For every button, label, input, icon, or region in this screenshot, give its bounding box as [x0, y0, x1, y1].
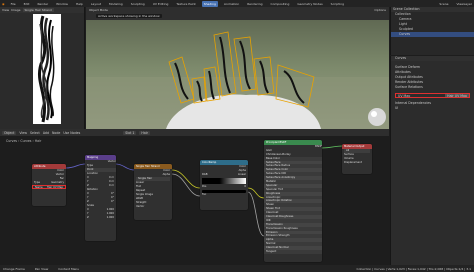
mapping-scale-z-label: Z: [87, 216, 89, 219]
outliner-item-curves[interactable]: Curves: [391, 32, 474, 37]
hair-strand-graphic: [38, 15, 55, 123]
image-texture-node[interactable]: Single Hair Strand Color Alpha Single Ha…: [134, 164, 172, 220]
principled-bsdf-node[interactable]: Principled BSDF BSDF GGX Christensen-Burle…: [264, 140, 322, 262]
scene-selector[interactable]: Scene: [437, 1, 450, 7]
color-ramp-pos-label: Pos: [202, 185, 207, 188]
menu-edit[interactable]: Edit: [22, 1, 32, 7]
color-ramp-pos-value: 0: [244, 185, 246, 188]
mapping-rot-z-value: 0°: [111, 200, 114, 203]
material-output-node[interactable]: Material Output All Surface Volume Displ…: [342, 144, 372, 174]
color-ramp-node[interactable]: ColorRamp Color Alpha RGB Linear Pos 0 Fa…: [200, 160, 248, 210]
mapping-scale-z[interactable]: Z 1.000: [85, 216, 116, 220]
attribute-type-label: Type: [34, 181, 40, 184]
image-name-field[interactable]: Single Hair Strand: [22, 8, 54, 12]
image-menu-view[interactable]: View: [2, 8, 9, 12]
uv-map-label: UV Map: [398, 94, 411, 98]
node-menu-select[interactable]: Select: [30, 131, 40, 135]
view-layer-selector[interactable]: ViewLayer: [455, 1, 474, 7]
tab-uv-editing[interactable]: UV Editing: [151, 1, 171, 7]
top-menu-bar: ◉ File Edit Render Window Help Layout Mo…: [0, 0, 474, 7]
tab-texture-paint[interactable]: Texture Paint: [174, 1, 197, 7]
properties-editor: Curves Surface Deform Attributes Output …: [390, 56, 474, 272]
material-selector[interactable]: Hair: [139, 130, 150, 135]
menu-help[interactable]: Help: [74, 1, 85, 7]
status-stats: Collection | Curves | Verts:1,023 | Face…: [356, 266, 471, 271]
color-ramp-mode[interactable]: RGB: [202, 173, 208, 177]
principled-rows: BSDF GGX Christensen-Burley Base Color Subsu…: [264, 145, 322, 254]
image-texture-in-vector: Vector: [136, 205, 145, 208]
properties-row-surface[interactable]: Surface Relations: [391, 85, 474, 90]
attribute-name-label: Name: [35, 186, 43, 189]
color-ramp-pos[interactable]: Pos 0: [200, 185, 248, 189]
viewport-mode[interactable]: Object Mode: [89, 8, 108, 12]
slot-selector[interactable]: Slot 1: [123, 130, 137, 135]
menu-file[interactable]: File: [9, 1, 18, 7]
node-menu-view[interactable]: View: [19, 131, 27, 135]
tab-sculpting[interactable]: Sculpting: [129, 1, 147, 7]
attribute-name-field[interactable]: Name Hair UV Map: [32, 185, 66, 189]
principled-row[interactable]: Tangent: [264, 250, 322, 254]
tab-animation[interactable]: Animation: [222, 1, 241, 7]
node-menu-object[interactable]: Object: [2, 130, 17, 135]
material-output-displacement: Displacement: [344, 161, 362, 164]
color-ramp-in-fac: Fac: [202, 193, 207, 196]
tab-compositing[interactable]: Compositing: [269, 1, 292, 7]
attribute-type-value: Geometry: [51, 181, 64, 184]
viewport-tooltip: Active workspace showing in the window: [96, 14, 162, 18]
tab-shading[interactable]: Shading: [201, 0, 218, 7]
uv-map-value: Hair UV Map: [445, 94, 469, 98]
status-change-frame: Change Frame: [3, 266, 25, 271]
menu-window[interactable]: Window: [54, 1, 70, 7]
image-menu-image[interactable]: Image: [11, 8, 20, 12]
use-nodes-checkbox[interactable]: Use Nodes: [63, 131, 80, 135]
blender-logo-icon[interactable]: ◉: [2, 2, 5, 6]
tab-modeling[interactable]: Modeling: [107, 1, 125, 7]
attribute-name-value: Hair UV Map: [46, 186, 63, 189]
tab-layout[interactable]: Layout: [89, 1, 103, 7]
status-pan-view: Pan View: [34, 266, 49, 271]
properties-ui[interactable]: UI: [391, 106, 474, 111]
properties-object[interactable]: Curves: [391, 56, 474, 61]
tab-rendering[interactable]: Rendering: [245, 1, 264, 7]
image-editor-header: View Image Single Hair Strand: [0, 7, 84, 13]
status-bar: Change Frame Pan View Context Menu Colle…: [0, 265, 474, 272]
tab-scripting[interactable]: Scripting: [329, 1, 346, 7]
node-editor-header: Object View Select Add Node Use Nodes Sl…: [0, 129, 389, 136]
viewport-scene: [86, 7, 389, 129]
status-context-menu: Context Menu: [58, 266, 80, 271]
color-ramp-interp[interactable]: Linear: [238, 173, 246, 177]
color-ramp-gradient[interactable]: [202, 178, 246, 184]
node-menu-add[interactable]: Add: [43, 131, 49, 135]
node-menu-node[interactable]: Node: [52, 131, 60, 135]
mapping-scale-z-value: 1.000: [106, 216, 114, 219]
mapping-loc-z-value: 0 m: [108, 184, 114, 187]
mapping-node[interactable]: Mapping Vector Type Point Location X0 m …: [85, 155, 116, 241]
uv-map-field[interactable]: UV Map Hair UV Map: [395, 93, 470, 98]
viewport-options[interactable]: Options: [374, 8, 386, 12]
outliner: Scene Collection Collection Camera Light…: [390, 7, 474, 55]
menu-render[interactable]: Render: [35, 1, 50, 7]
3d-viewport[interactable]: Object Mode Options Active workspace sho…: [86, 7, 389, 129]
hair-strand-image: [33, 14, 61, 124]
attribute-node[interactable]: Attribute Color Vector Fac Type Geometry…: [32, 164, 66, 206]
tab-geometry-nodes[interactable]: Geometry Nodes: [295, 1, 324, 7]
color-ramp-settings[interactable]: RGB Linear: [200, 173, 248, 177]
